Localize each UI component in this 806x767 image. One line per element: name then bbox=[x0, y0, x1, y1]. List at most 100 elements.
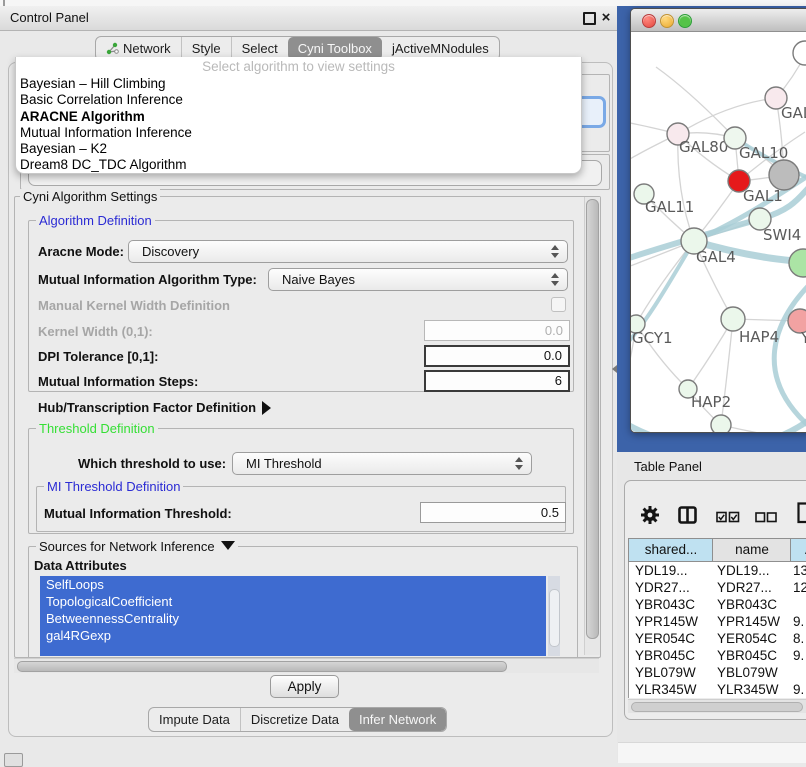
mi-type-label: Mutual Information Algorithm Type: bbox=[38, 272, 257, 287]
file-icon[interactable] bbox=[797, 502, 806, 524]
attributes-scrollbar-thumb[interactable] bbox=[549, 589, 560, 647]
table-header-shared[interactable]: shared... bbox=[628, 538, 713, 562]
network-edge bbox=[678, 98, 776, 134]
columns-icon[interactable] bbox=[678, 506, 697, 524]
attributes-scrollbar[interactable] bbox=[548, 576, 560, 656]
hub-section-toggle[interactable]: Hub/Transcription Factor Definition bbox=[38, 400, 271, 415]
table-cell bbox=[791, 596, 806, 613]
network-svg[interactable]: GAL7GAL80GAL10GAL1GAL11SWI4GAL4GCY1HAP4Y… bbox=[631, 32, 806, 432]
kernel-width-label: Kernel Width (0,1): bbox=[38, 324, 153, 339]
bottom-tab-discretize-data[interactable]: Discretize Data bbox=[240, 708, 349, 731]
attribute-item[interactable]: gal4RGexp bbox=[40, 627, 546, 644]
zoom-traffic-light[interactable] bbox=[678, 14, 692, 28]
algorithm-option[interactable]: Bayesian – K2 bbox=[20, 141, 577, 157]
manual-kernel-checkbox[interactable] bbox=[551, 297, 566, 312]
table-row[interactable]: YBR045CYBR045C9. bbox=[629, 647, 806, 664]
table-row[interactable]: YDR27...YDR27...12 bbox=[629, 579, 806, 596]
network-node-label: GAL7 bbox=[781, 104, 806, 122]
close-traffic-light[interactable] bbox=[642, 14, 656, 28]
kernel-width-field[interactable]: 0.0 bbox=[424, 320, 570, 341]
mi-threshold-field[interactable]: 0.5 bbox=[420, 502, 566, 523]
network-node[interactable] bbox=[789, 249, 806, 277]
which-threshold-label: Which threshold to use: bbox=[78, 456, 226, 471]
algorithm-option[interactable]: Mutual Information Inference bbox=[20, 125, 577, 141]
bottom-light-strip bbox=[618, 742, 806, 763]
checked-pair-icon[interactable] bbox=[716, 511, 740, 523]
network-window-titlebar[interactable] bbox=[631, 9, 806, 32]
stepper-icon bbox=[550, 245, 559, 258]
settings-vscrollbar-thumb[interactable] bbox=[586, 199, 599, 639]
network-node[interactable] bbox=[769, 160, 799, 190]
dpi-tolerance-field[interactable]: 0.0 bbox=[424, 345, 570, 367]
bottom-tab-impute-data[interactable]: Impute Data bbox=[149, 708, 240, 731]
table-row[interactable]: YBR043CYBR043C bbox=[629, 596, 806, 613]
attribute-item[interactable]: BetweennessCentrality bbox=[40, 610, 546, 627]
mi-threshold-group-title: MI Threshold Definition bbox=[44, 479, 183, 494]
settings-hscrollbar-thumb[interactable] bbox=[17, 661, 507, 672]
table-hscrollbar[interactable] bbox=[628, 699, 806, 713]
table-row[interactable]: YBL079WYBL079W bbox=[629, 664, 806, 681]
gear-icon[interactable] bbox=[640, 505, 660, 525]
mi-type-select[interactable]: Naive Bayes bbox=[268, 268, 568, 291]
table-cell: YBL079W bbox=[629, 664, 713, 681]
table-hscrollbar-thumb[interactable] bbox=[631, 702, 803, 712]
close-icon[interactable] bbox=[598, 6, 614, 30]
table-cell: YDL19... bbox=[629, 562, 713, 579]
cyni-algorithm-settings-title: Cyni Algorithm Settings bbox=[20, 189, 160, 204]
table-row[interactable]: YLR345WYLR345W9. bbox=[629, 681, 806, 698]
settings-hscrollbar[interactable] bbox=[14, 658, 599, 673]
splitter-collapse-icon[interactable] bbox=[612, 365, 617, 373]
attribute-item[interactable]: TopologicalCoefficient bbox=[40, 593, 546, 610]
manual-kernel-label: Manual Kernel Width Definition bbox=[38, 298, 230, 313]
table-cell: 13 bbox=[791, 562, 806, 579]
table-cell: 8. bbox=[791, 630, 806, 647]
network-node[interactable] bbox=[793, 41, 806, 65]
attribute-item[interactable]: SelfLoops bbox=[40, 576, 546, 593]
table-header-name[interactable]: name bbox=[712, 538, 791, 562]
network-node-label: GAL11 bbox=[645, 198, 694, 216]
mi-steps-label: Mutual Information Steps: bbox=[38, 374, 198, 389]
control-panel-titlebar: Control Panel bbox=[0, 6, 617, 31]
tab-label: Impute Data bbox=[159, 708, 230, 731]
algorithm-option[interactable]: ARACNE Algorithm bbox=[20, 109, 577, 125]
mi-steps-field[interactable]: 6 bbox=[424, 370, 570, 392]
network-node[interactable] bbox=[711, 415, 731, 432]
table-cell: 9. bbox=[791, 647, 806, 664]
bottom-tab-infer-network[interactable]: Infer Network bbox=[349, 708, 446, 731]
table-panel-title: Table Panel bbox=[634, 459, 702, 474]
table-cell: YBR043C bbox=[713, 596, 791, 613]
table-cell: YBR043C bbox=[629, 596, 713, 613]
network-node-label: GCY1 bbox=[632, 329, 673, 347]
sources-toggle[interactable]: Sources for Network Inference bbox=[36, 539, 238, 554]
which-threshold-value: MI Threshold bbox=[246, 456, 322, 471]
float-panel-icon[interactable] bbox=[583, 12, 596, 25]
data-attributes-label: Data Attributes bbox=[34, 558, 127, 573]
aracne-mode-label: Aracne Mode: bbox=[38, 244, 124, 259]
table-cell: YDR27... bbox=[713, 579, 791, 596]
table-row[interactable]: YPR145WYPR145W9. bbox=[629, 613, 806, 630]
data-attributes-list[interactable]: SelfLoopsTopologicalCoefficientBetweenne… bbox=[40, 576, 546, 656]
table-cell: 12 bbox=[791, 579, 806, 596]
unchecked-pair-icon[interactable] bbox=[755, 512, 777, 523]
table-cell: YBL079W bbox=[713, 664, 791, 681]
network-window[interactable]: GAL7GAL80GAL10GAL1GAL11SWI4GAL4GCY1HAP4Y… bbox=[630, 8, 806, 433]
apply-button[interactable]: Apply bbox=[270, 675, 339, 698]
table-row[interactable]: YDL19...YDL19...13 bbox=[629, 562, 806, 579]
algorithm-option[interactable]: Basic Correlation Inference bbox=[20, 92, 577, 108]
chevron-right-icon bbox=[262, 401, 271, 415]
algorithm-option[interactable]: Dream8 DC_TDC Algorithm bbox=[20, 157, 577, 173]
minimize-traffic-light[interactable] bbox=[660, 14, 674, 28]
panel-grip-button[interactable] bbox=[4, 753, 23, 767]
aracne-mode-select[interactable]: Discovery bbox=[128, 240, 568, 263]
tab-label: Discretize Data bbox=[251, 708, 339, 731]
network-edge bbox=[656, 67, 735, 138]
settings-vscrollbar[interactable] bbox=[584, 197, 600, 655]
table-header-partial[interactable]: A bbox=[790, 538, 806, 562]
table-row[interactable]: YER054CYER054C8. bbox=[629, 630, 806, 647]
algorithm-option[interactable]: Bayesian – Hill Climbing bbox=[20, 76, 577, 92]
table-cell bbox=[791, 664, 806, 681]
which-threshold-select[interactable]: MI Threshold bbox=[232, 452, 532, 475]
algorithm-definition-title: Algorithm Definition bbox=[36, 213, 155, 228]
network-node-label: GAL10 bbox=[739, 144, 788, 162]
network-node-label: GAL80 bbox=[679, 138, 728, 156]
